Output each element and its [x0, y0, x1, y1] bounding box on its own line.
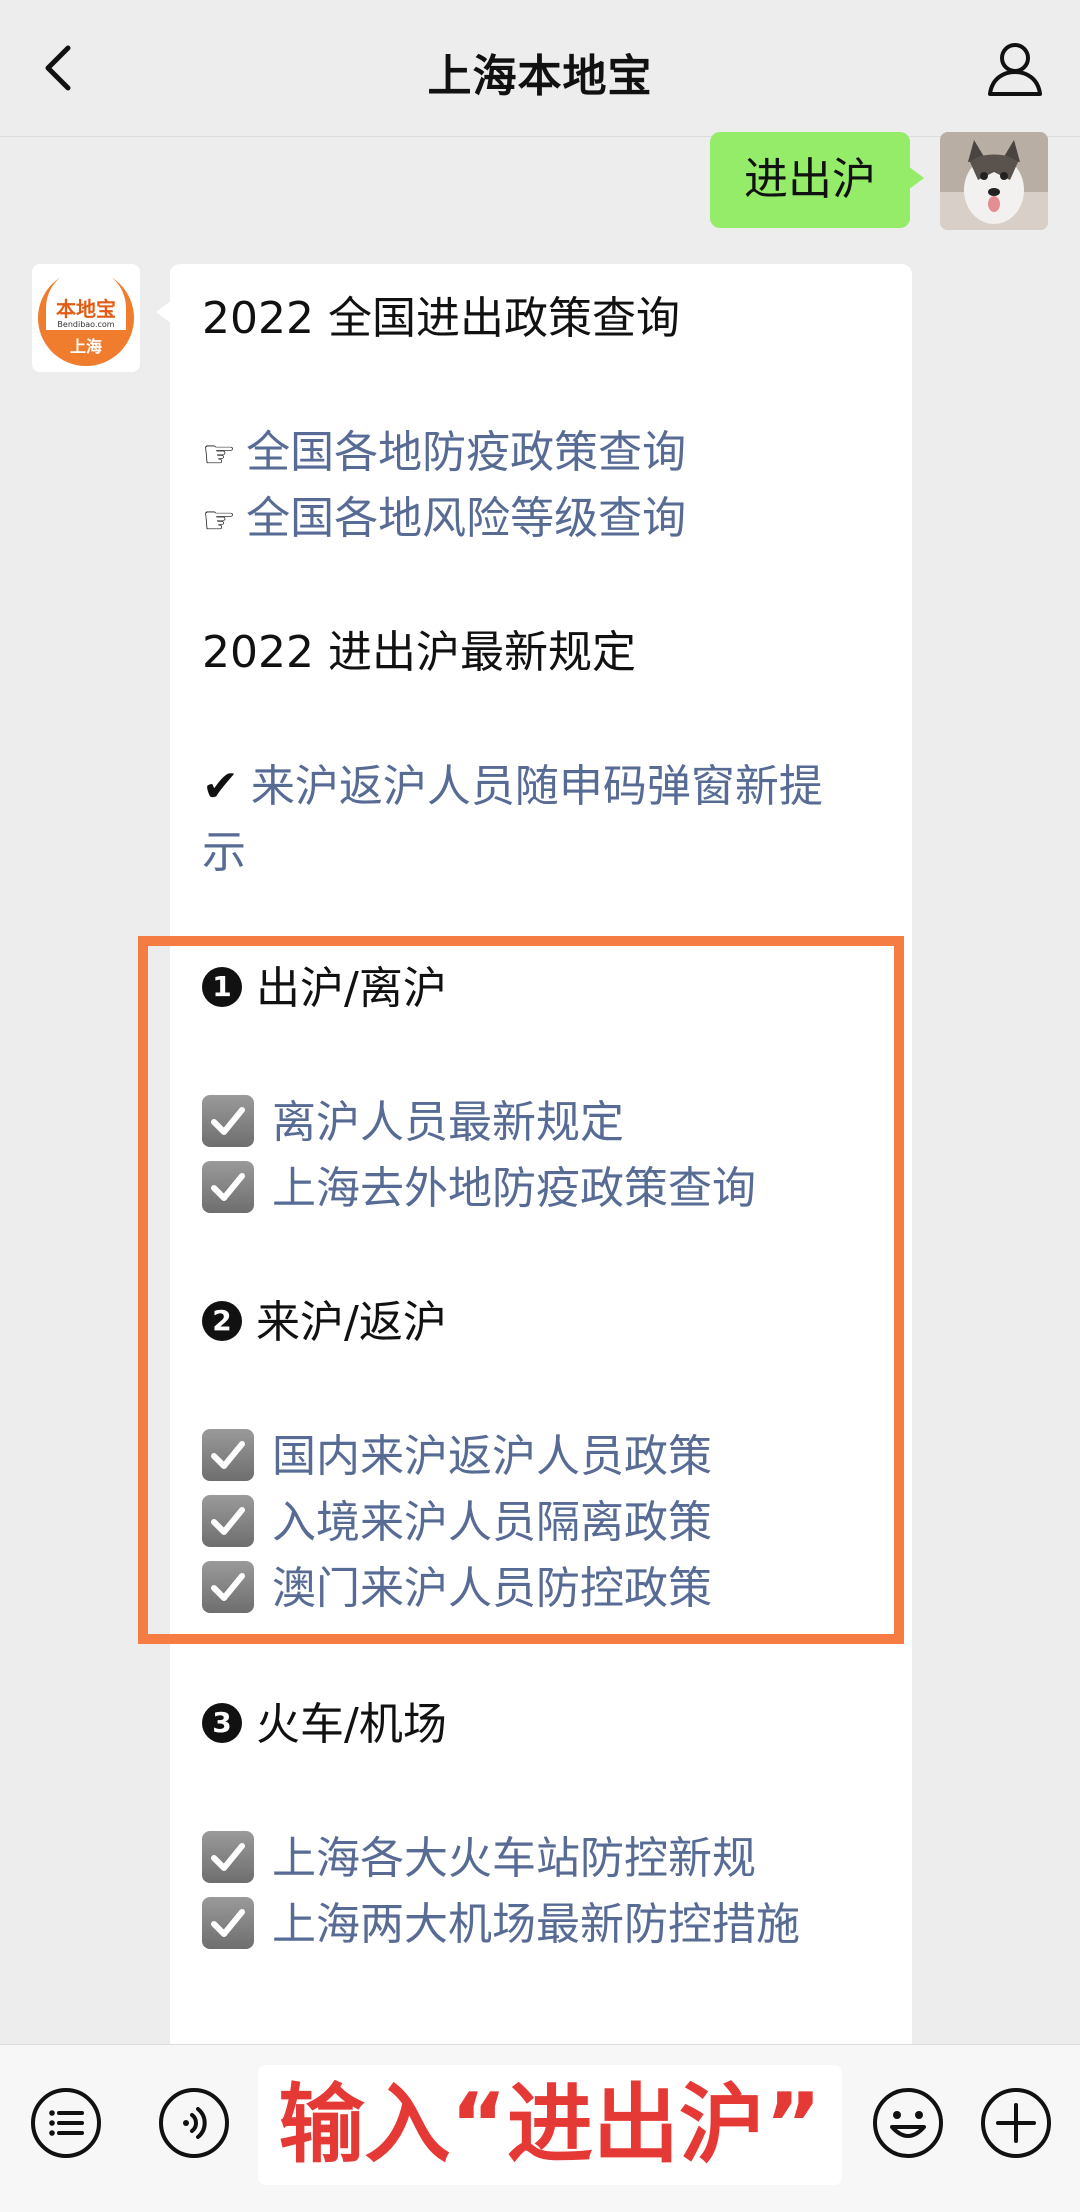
check-icon — [202, 1831, 254, 1883]
link-item[interactable]: 上海两大机场最新防控措施 — [272, 1899, 800, 1950]
section-number: 3 — [202, 1703, 242, 1743]
svg-text:Bendibao.com: Bendibao.com — [57, 320, 114, 329]
emoji-icon[interactable] — [870, 2085, 946, 2161]
section-train-airport: 3 火车/机场 — [202, 1692, 447, 1758]
profile-icon[interactable] — [980, 36, 1050, 100]
check-icon — [202, 1897, 254, 1949]
svg-text:本地宝: 本地宝 — [56, 297, 116, 321]
list-item[interactable]: 上海两大机场最新防控措施 — [202, 1892, 800, 1958]
link-row-risk-level[interactable]: ☞ 全国各地风险等级查询 — [202, 486, 686, 553]
hand-point-icon: ☞ — [202, 432, 237, 476]
dog-photo — [940, 132, 1048, 230]
link-popup-notice-cont[interactable]: 示 — [202, 820, 246, 886]
svg-text:上海: 上海 — [70, 337, 102, 356]
highlight-annotation — [138, 936, 904, 1644]
menu-icon[interactable] — [28, 2085, 104, 2161]
link-row-epidemic-policy[interactable]: ☞ 全国各地防疫政策查询 — [202, 420, 686, 487]
link-popup-notice[interactable]: 来沪返沪人员随申码弹窗新提 — [251, 761, 823, 812]
user-avatar[interactable] — [940, 132, 1048, 230]
input-annotation-text: 输入“进出沪” — [278, 2075, 822, 2175]
plus-icon[interactable] — [978, 2085, 1054, 2161]
bot-avatar[interactable]: 本地宝 Bendibao.com 上海 — [32, 264, 140, 372]
link-risk-level[interactable]: 全国各地风险等级查询 — [246, 493, 686, 544]
link-row-popup-notice[interactable]: ✔ 来沪返沪人员随申码弹窗新提 — [202, 754, 823, 820]
chat-header: 上海本地宝 — [0, 0, 1080, 137]
check-icon: ✔ — [202, 761, 239, 812]
message-heading-national: 2022 全国进出政策查询 — [202, 293, 680, 344]
link-epidemic-policy[interactable]: 全国各地防疫政策查询 — [246, 427, 686, 478]
page-title: 上海本地宝 — [427, 51, 653, 102]
outgoing-message-text: 进出沪 — [744, 154, 876, 205]
list-item[interactable]: 上海各大火车站防控新规 — [202, 1826, 756, 1892]
input-bar: 输入“进出沪” — [0, 2044, 1080, 2212]
link-item[interactable]: 上海各大火车站防控新规 — [272, 1833, 756, 1884]
bendibao-logo: 本地宝 Bendibao.com 上海 — [38, 268, 134, 366]
outgoing-message: 进出沪 — [710, 132, 924, 228]
message-input[interactable]: 输入“进出沪” — [258, 2065, 842, 2185]
voice-icon[interactable] — [156, 2085, 232, 2161]
hand-point-icon: ☞ — [202, 498, 237, 542]
section-title: 火车/机场 — [256, 1699, 447, 1750]
message-heading-shanghai: 2022 进出沪最新规定 — [202, 627, 636, 678]
